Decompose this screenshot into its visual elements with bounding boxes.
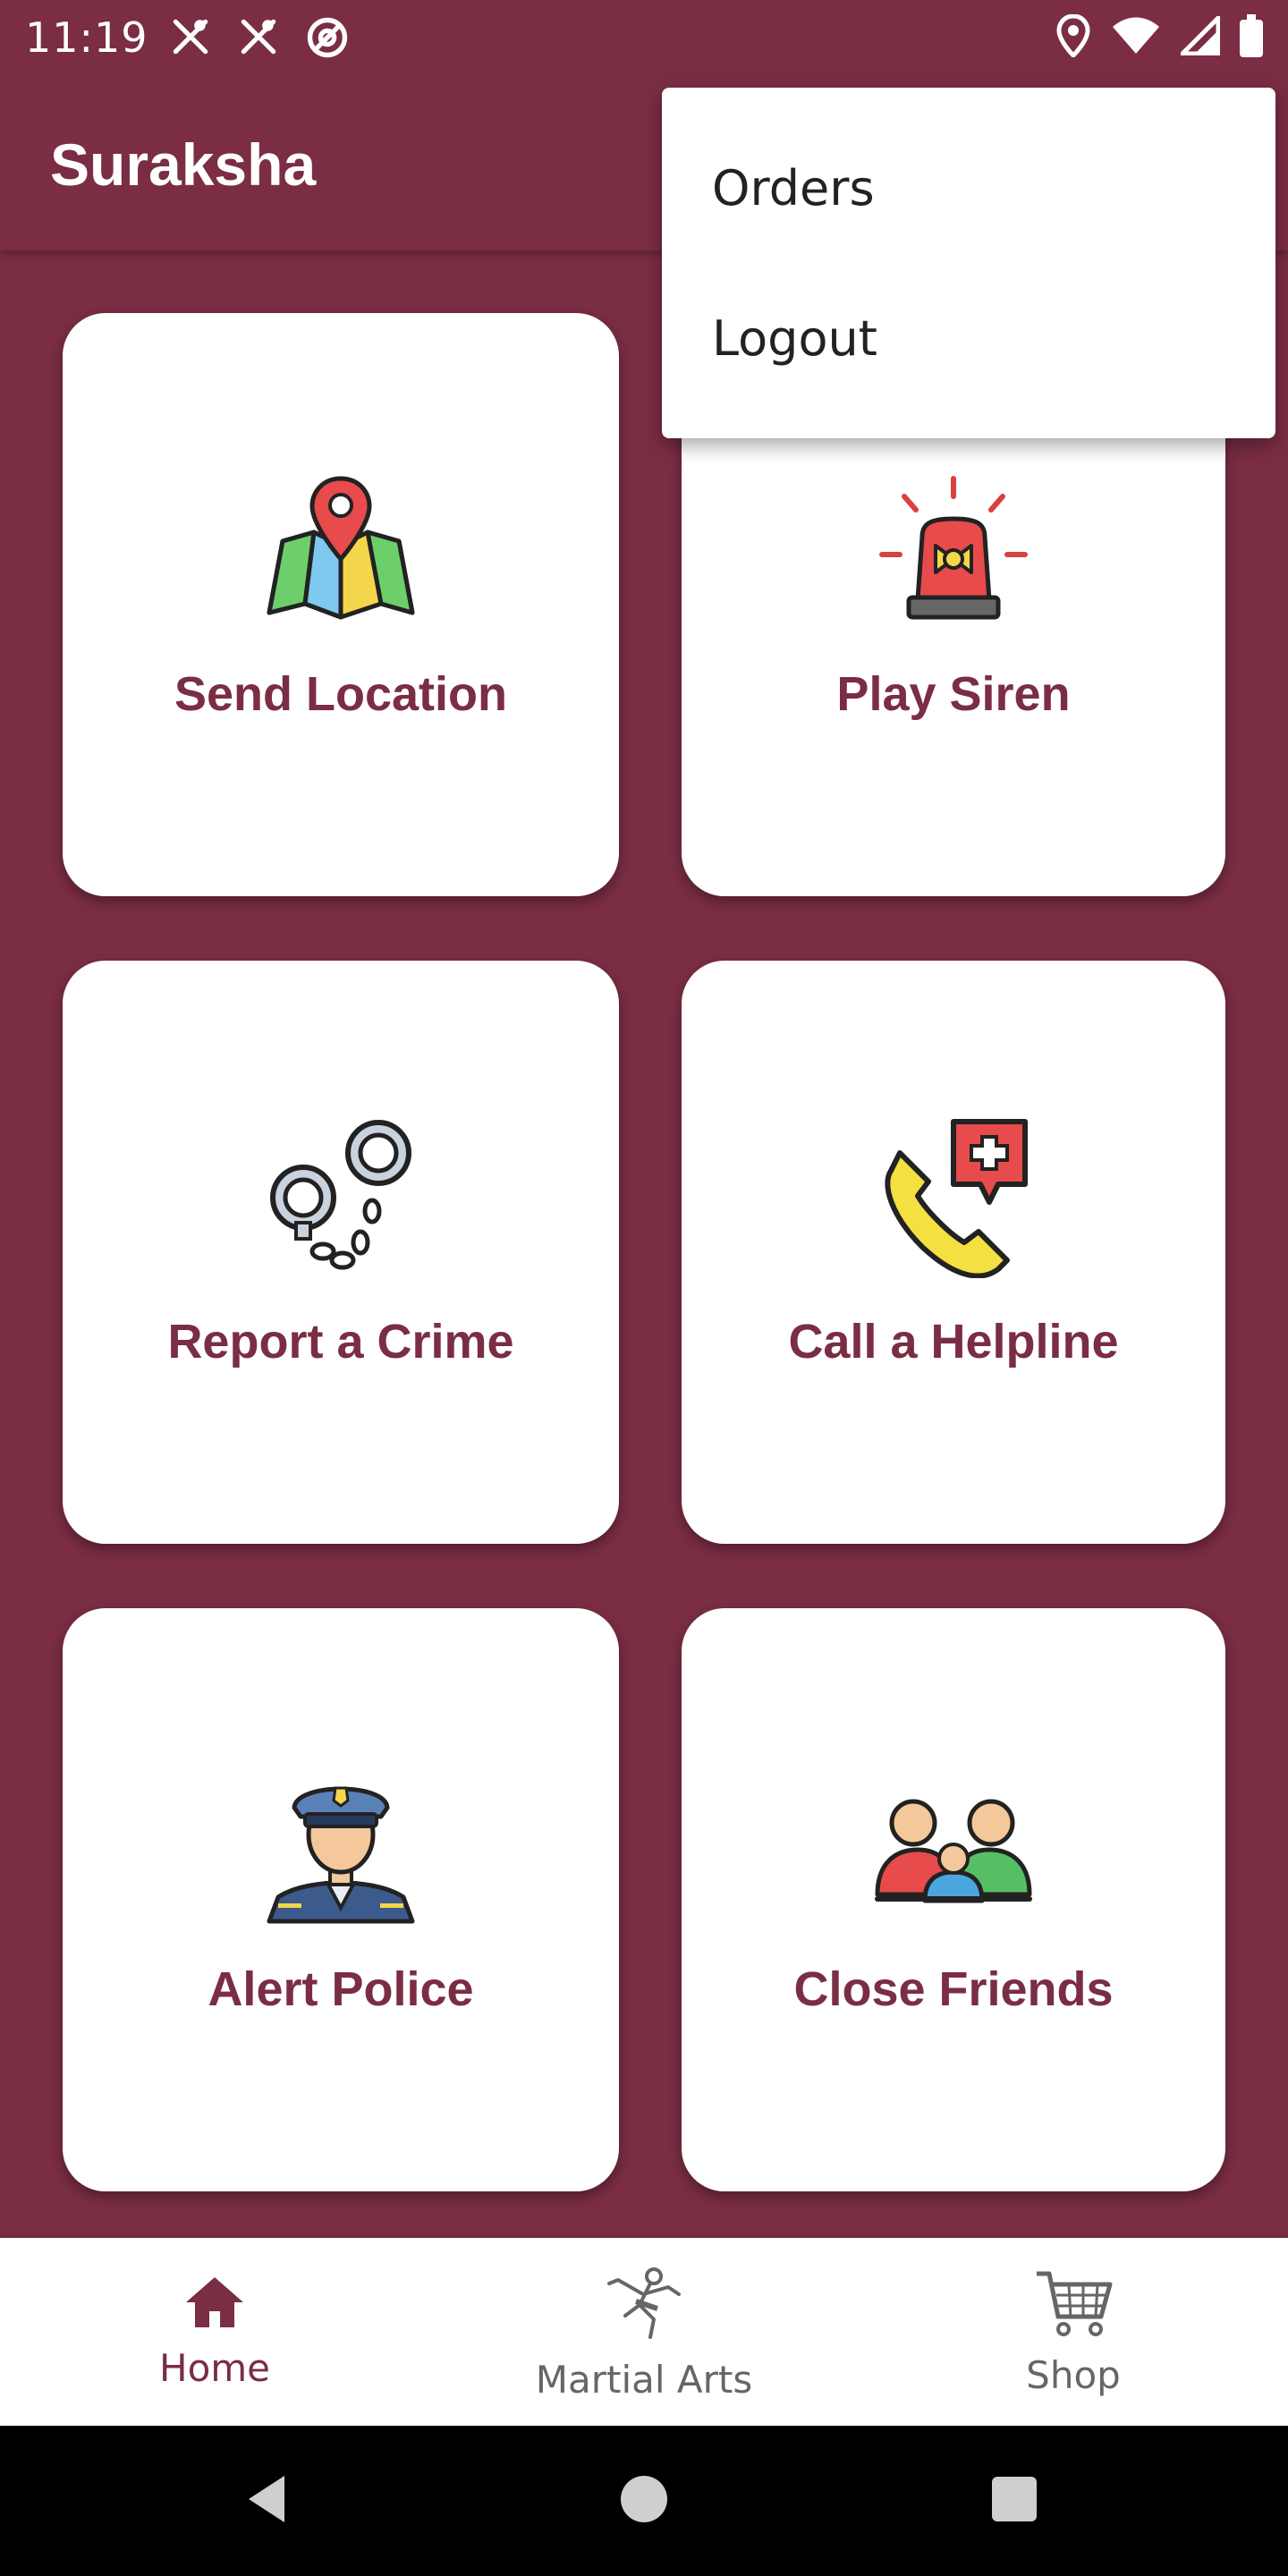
battery-icon [1240,14,1263,57]
nav-shop-label: Shop [1026,2353,1121,2397]
siren-icon [873,470,1034,631]
nav-shop[interactable]: Shop [859,2238,1288,2426]
handcuffs-icon [260,1117,421,1278]
group-people-icon [873,1765,1034,1926]
card-label: Close Friends [793,1962,1114,2016]
nav-home[interactable]: Home [0,2238,429,2426]
recents-square-icon [990,2475,1038,2528]
card-label: Report a Crime [167,1315,514,1368]
nav-home-label: Home [158,2346,271,2390]
recents-button[interactable] [925,2426,1104,2576]
tools-icon [236,14,281,61]
wifi-icon [1111,16,1161,55]
card-label: Play Siren [836,667,1071,721]
status-time: 11:19 [25,13,148,62]
alert-police-card[interactable]: Alert Police [63,1608,619,2191]
status-bar: 11:19 [0,0,1288,75]
feature-grid: Send Location Play Siren Report a Crime … [0,250,1288,2238]
back-button[interactable] [179,2426,358,2576]
card-label: Alert Police [208,1962,474,2016]
location-pin-icon [1055,14,1091,57]
martial-arts-icon [604,2262,684,2347]
cell-signal-icon [1181,16,1220,55]
home-circle-icon [619,2474,669,2529]
home-icon [182,2274,247,2335]
close-friends-card[interactable]: Close Friends [682,1608,1225,2191]
back-triangle-icon [242,2472,295,2530]
at-sync-icon [304,14,351,61]
phone-medical-icon [873,1117,1034,1278]
police-officer-icon [260,1765,421,1926]
tools-icon [168,14,213,61]
card-label: Call a Helpline [788,1315,1119,1368]
menu-item-orders[interactable]: Orders [662,113,1275,263]
status-system-icons [1055,14,1263,57]
map-pin-icon [260,470,421,631]
home-system-button[interactable] [555,2426,733,2576]
call-helpline-card[interactable]: Call a Helpline [682,961,1225,1544]
system-navigation-bar [0,2426,1288,2576]
report-crime-card[interactable]: Report a Crime [63,961,619,1544]
nav-martial-arts-label: Martial Arts [535,2358,753,2402]
send-location-card[interactable]: Send Location [63,313,619,896]
bottom-navigation: Home Martial Arts Shop [0,2238,1288,2426]
shopping-cart-icon [1033,2267,1114,2343]
app-title: Suraksha [50,131,317,198]
nav-martial-arts[interactable]: Martial Arts [429,2238,859,2426]
status-notification-icons [168,14,351,61]
card-label: Send Location [174,667,507,721]
menu-item-logout[interactable]: Logout [662,263,1275,413]
overflow-menu: Orders Logout [662,88,1275,438]
